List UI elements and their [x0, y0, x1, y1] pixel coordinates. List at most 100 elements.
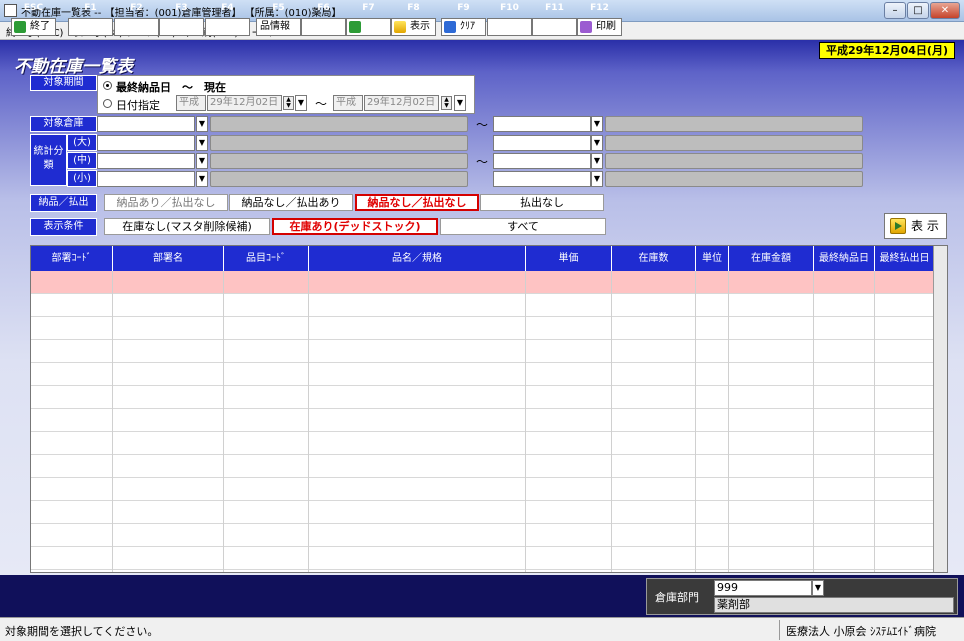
class-small-to-dropdown[interactable]: ▼ — [591, 171, 603, 187]
class-large-to-input[interactable] — [493, 135, 591, 151]
col-header-last-delivery[interactable]: 最終納品日 — [814, 246, 875, 271]
col-header-item-code[interactable]: 品目ｺｰﾄﾞ — [224, 246, 309, 271]
delivery-option-not-dispensed[interactable]: 払出なし — [480, 194, 604, 211]
refresh-icon — [349, 21, 361, 33]
close-button[interactable]: ✕ — [930, 2, 960, 19]
table-row[interactable] — [31, 340, 935, 363]
period-label: 対象期間 — [30, 75, 97, 91]
classification-tilde: ～ — [476, 155, 489, 169]
class-small-label: (小) — [67, 170, 97, 187]
condition-option-dead-stock[interactable]: 在庫あり(デッドストック) — [272, 218, 438, 235]
fkey-f11-button[interactable] — [532, 18, 577, 36]
fkey-f8-button[interactable]: 表示 — [391, 18, 436, 36]
from-date-field[interactable]: 29年12月02日 — [207, 95, 282, 111]
period-radio-last-delivery[interactable] — [103, 81, 112, 90]
to-date-field[interactable]: 29年12月02日 — [364, 95, 439, 111]
table-row[interactable] — [31, 478, 935, 501]
condition-option-no-stock[interactable]: 在庫なし(マスタ削除候補) — [104, 218, 270, 235]
fkey-f12-label: F12 — [590, 3, 609, 13]
col-divider — [223, 271, 224, 572]
fkey-f5-button[interactable]: 品情報 — [256, 18, 301, 36]
fkey-f7-label: F7 — [362, 3, 375, 13]
warehouse-from-input[interactable] — [97, 116, 195, 132]
col-header-item-name[interactable]: 品名／規格 — [309, 246, 526, 271]
class-large-to-dropdown[interactable]: ▼ — [591, 135, 603, 151]
delivery-option-not-delivered-dispensed[interactable]: 納品なし／払出あり — [229, 194, 353, 211]
class-small-to-name — [605, 171, 863, 187]
condition-option-all[interactable]: すべて — [440, 218, 606, 235]
class-small-from-dropdown[interactable]: ▼ — [196, 171, 208, 187]
fkey-f6-button[interactable] — [301, 18, 346, 36]
show-button[interactable]: 表 示 — [884, 213, 947, 239]
minimize-button[interactable]: – — [884, 2, 906, 19]
to-date-spinner[interactable]: ▲ ▼ — [441, 96, 452, 110]
col-header-stock-amount[interactable]: 在庫金額 — [729, 246, 814, 271]
warehouse-from-dropdown[interactable]: ▼ — [196, 116, 208, 132]
from-era-field[interactable]: 平成 — [176, 95, 206, 111]
fkey-f2-button[interactable] — [114, 18, 159, 36]
period-option2-label: 日付指定 — [116, 99, 160, 112]
table-row[interactable] — [31, 271, 935, 294]
table-row[interactable] — [31, 501, 935, 524]
fkey-esc-text: 終了 — [30, 21, 50, 32]
col-header-stock-qty[interactable]: 在庫数 — [612, 246, 696, 271]
fkey-f10-label: F10 — [500, 3, 519, 13]
col-header-last-dispense[interactable]: 最終払出日 — [875, 246, 935, 271]
table-row[interactable] — [31, 363, 935, 386]
fkey-f9-button[interactable]: ｸﾘｱ — [441, 18, 486, 36]
class-large-from-dropdown[interactable]: ▼ — [196, 135, 208, 151]
col-header-dept-code[interactable]: 部署ｺｰﾄﾞ — [31, 246, 113, 271]
from-date-dropdown[interactable]: ▼ — [295, 95, 307, 111]
fkey-f8-label: F8 — [407, 3, 420, 13]
fkey-esc-button[interactable]: 終了 — [11, 18, 56, 36]
warehouse-to-dropdown[interactable]: ▼ — [591, 116, 603, 132]
to-date-dropdown[interactable]: ▼ — [454, 95, 466, 111]
from-date-spinner[interactable]: ▲ ▼ — [283, 96, 294, 110]
class-medium-to-input[interactable] — [493, 153, 591, 169]
col-divider — [874, 271, 875, 572]
table-row[interactable] — [31, 317, 935, 340]
fkey-f1-label: F1 — [84, 3, 97, 13]
warehouse-to-input[interactable] — [493, 116, 591, 132]
period-radio-date[interactable] — [103, 99, 112, 108]
fkey-f7-button[interactable] — [346, 18, 391, 36]
class-medium-from-dropdown[interactable]: ▼ — [196, 153, 208, 169]
warehouse-dept-dropdown[interactable]: ▼ — [812, 580, 824, 596]
col-header-dept-name[interactable]: 部署名 — [113, 246, 224, 271]
class-small-from-input[interactable] — [97, 171, 195, 187]
table-row[interactable] — [31, 524, 935, 547]
class-large-from-input[interactable] — [97, 135, 195, 151]
col-divider — [112, 271, 113, 572]
table-row[interactable] — [31, 455, 935, 478]
col-divider — [525, 271, 526, 572]
class-small-from-name — [210, 171, 468, 187]
table-row[interactable] — [31, 547, 935, 570]
warehouse-dept-code-input[interactable]: 999 — [714, 580, 812, 596]
period-option1-label: 最終納品日 ～ 現在 — [116, 81, 226, 94]
fkey-f12-button[interactable]: 印刷 — [577, 18, 622, 36]
fkey-f3-label: F3 — [175, 3, 188, 13]
fkey-f1-button[interactable] — [68, 18, 113, 36]
table-row[interactable] — [31, 432, 935, 455]
class-medium-from-input[interactable] — [97, 153, 195, 169]
col-header-unit[interactable]: 単位 — [696, 246, 729, 271]
delivery-option-delivered-not-dispensed[interactable]: 納品あり／払出なし — [104, 194, 228, 211]
vertical-scrollbar[interactable] — [933, 246, 947, 572]
delivery-option-none[interactable]: 納品なし／払出なし — [355, 194, 479, 211]
status-bar: 対象期間を選択してください。 医療法人 小原会 ｼｽﾃﾑｴｲﾄﾞ病院 — [0, 617, 964, 641]
to-era-field[interactable]: 平成 — [333, 95, 363, 111]
fkey-f10-button[interactable] — [487, 18, 532, 36]
period-tilde: ～ — [315, 97, 328, 111]
fkey-f4-button[interactable] — [205, 18, 250, 36]
col-header-unit-price[interactable]: 単価 — [526, 246, 612, 271]
fkey-f3-button[interactable] — [159, 18, 204, 36]
class-small-to-input[interactable] — [493, 171, 591, 187]
maximize-button[interactable]: □ — [907, 2, 929, 19]
class-large-from-name — [210, 135, 468, 151]
table-row[interactable] — [31, 409, 935, 432]
table-row[interactable] — [31, 386, 935, 409]
class-medium-to-dropdown[interactable]: ▼ — [591, 153, 603, 169]
table-row[interactable] — [31, 294, 935, 317]
class-medium-from-name — [210, 153, 468, 169]
clear-icon — [444, 21, 456, 33]
